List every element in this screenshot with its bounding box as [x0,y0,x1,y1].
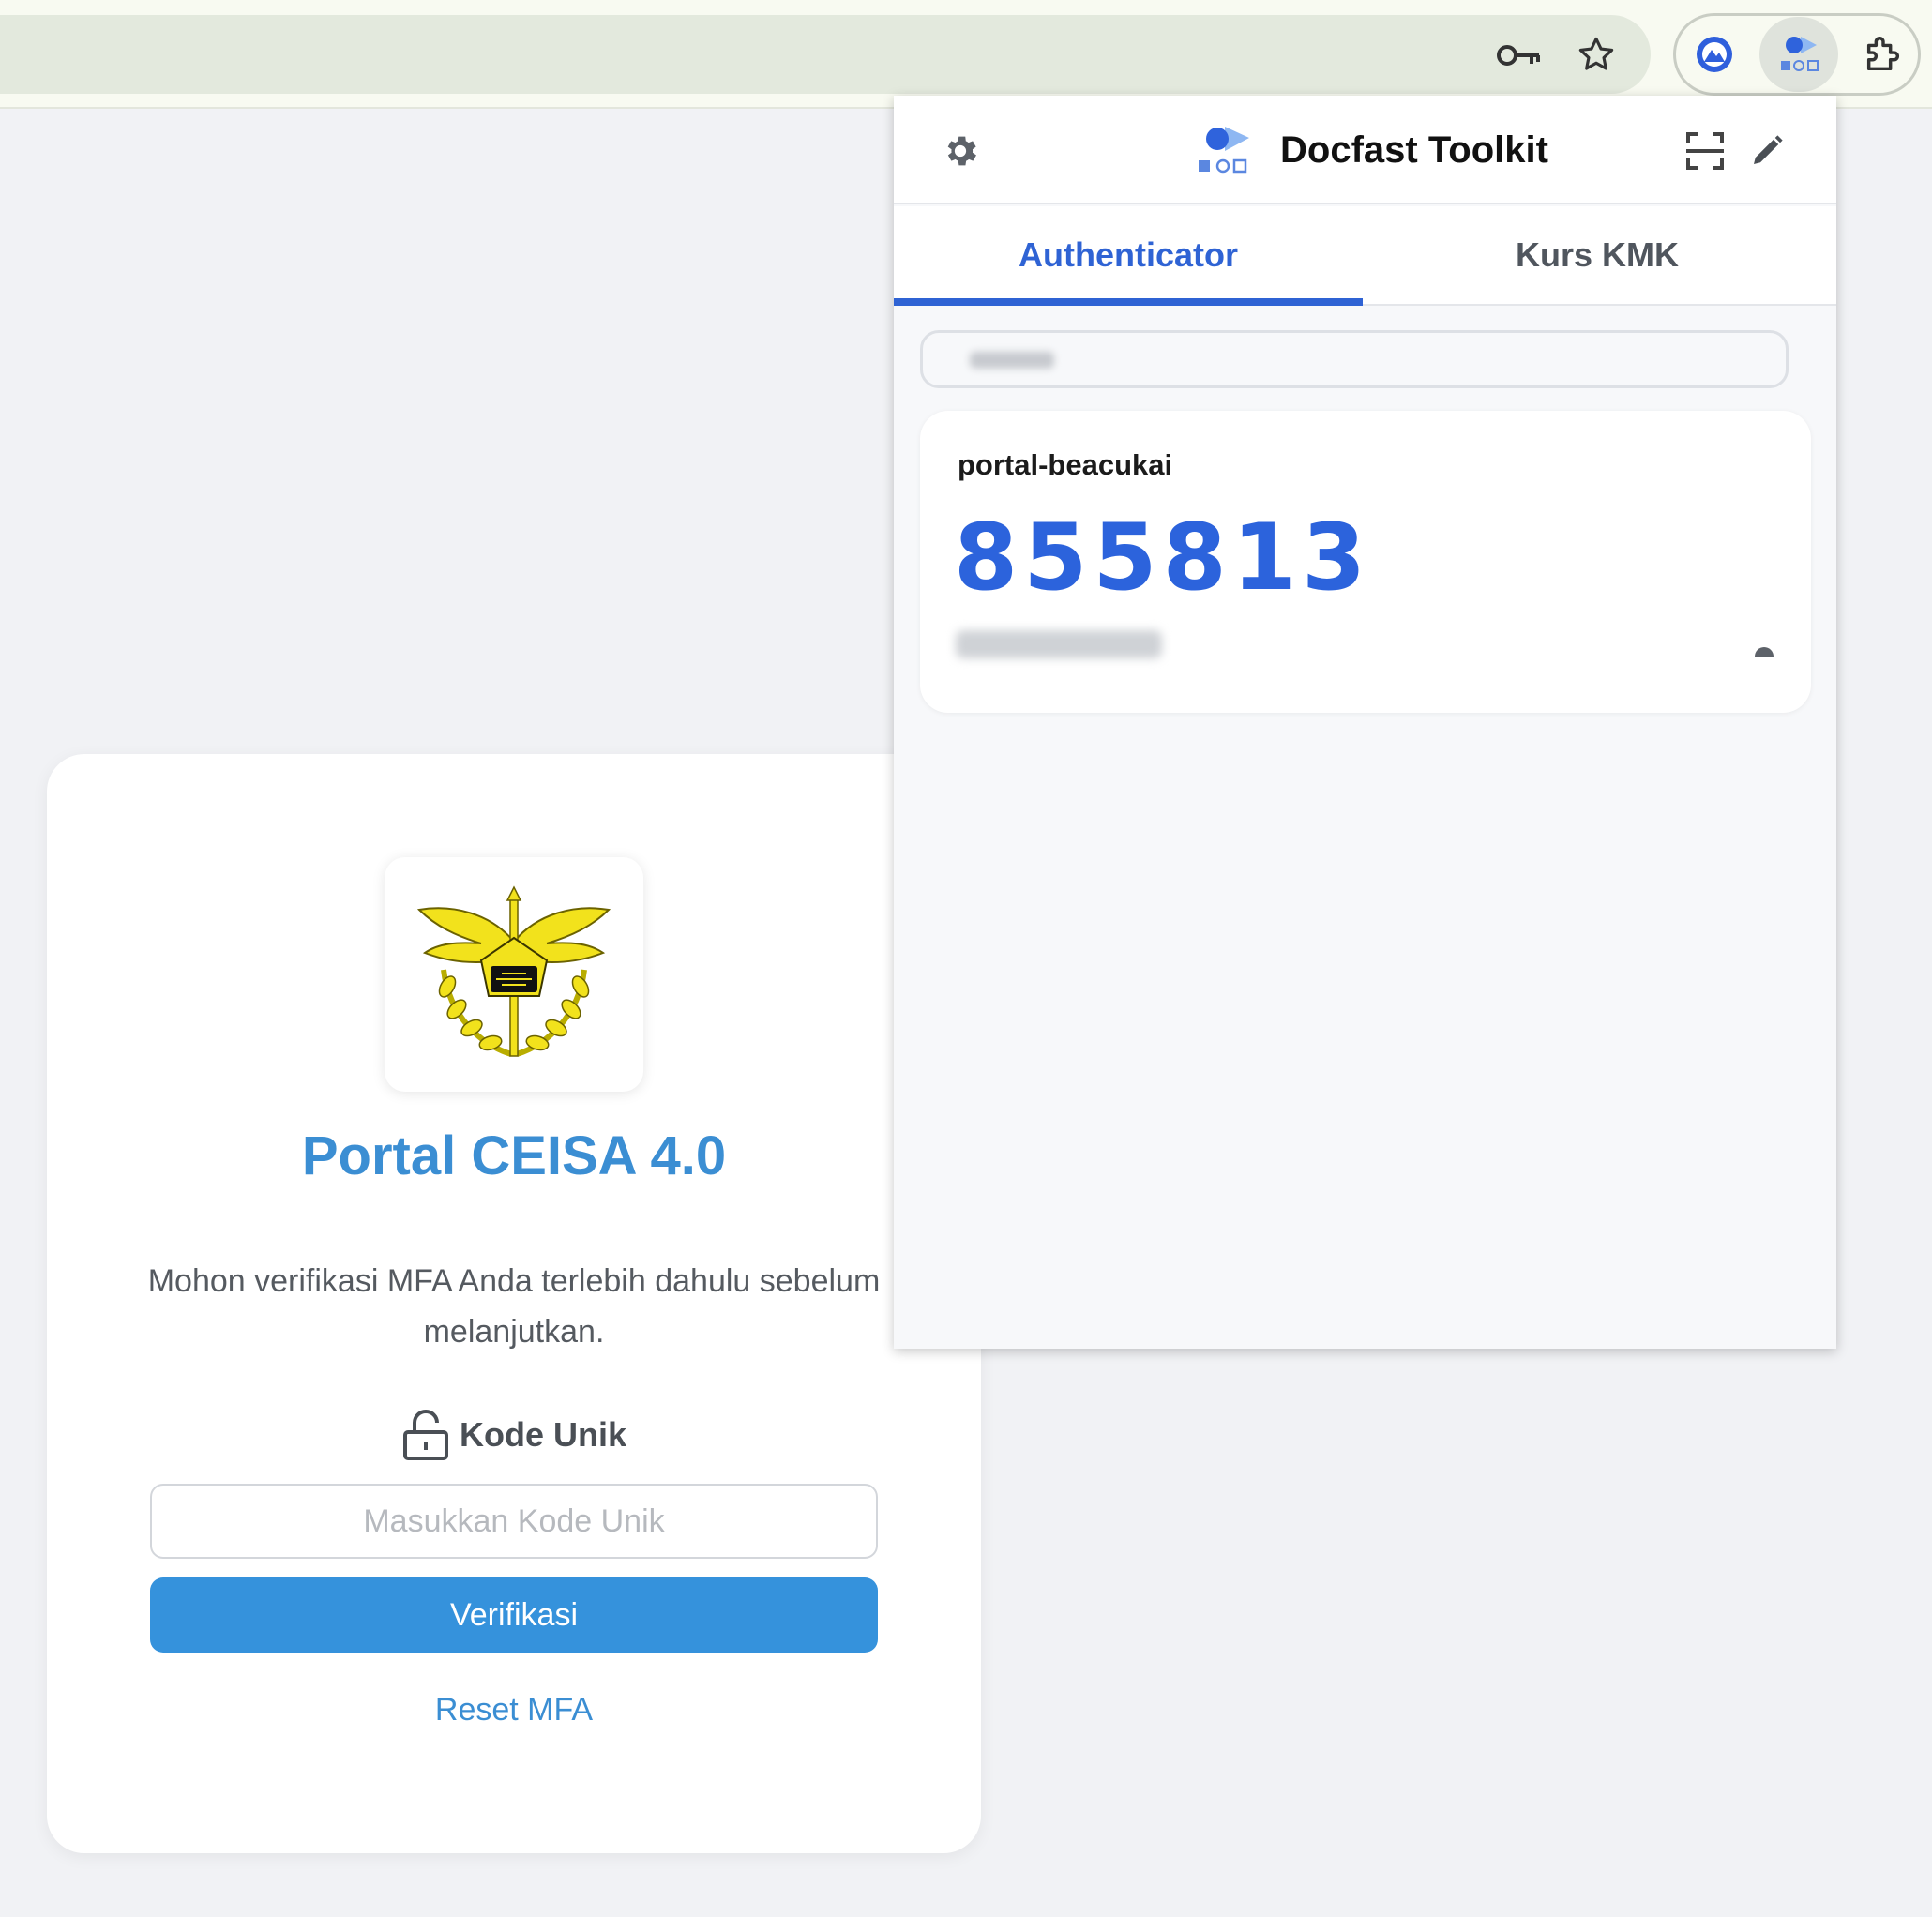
countdown-timer-icon [1753,645,1775,672]
otp-code[interactable]: 855813 [954,505,1371,611]
docfast-logo-icon [1192,120,1254,182]
code-label: Kode Unik [47,1407,981,1463]
browser-toolbar [0,0,1932,109]
mfa-card: Portal CEISA 4.0 Mohon verifikasi MFA An… [47,754,981,1853]
scan-qr-icon[interactable] [1683,129,1727,173]
mfa-description: Mohon verifikasi MFA Anda terlebih dahul… [147,1263,881,1350]
reset-mfa-link[interactable]: Reset MFA [47,1692,981,1728]
address-bar[interactable] [0,15,1651,94]
customs-emblem-logo [416,885,611,1057]
verify-button[interactable]: Verifikasi [150,1577,878,1653]
otp-entry-card[interactable]: portal-beacukai 855813 [920,411,1811,713]
puzzle-icon[interactable] [1859,30,1908,79]
popup-header: Docfast Toolkit [894,96,1836,204]
active-tab-indicator [894,298,1363,306]
tab-kurs-kmk[interactable]: Kurs KMK [1363,206,1832,304]
popup-title: Docfast Toolkit [1280,129,1548,171]
tab-authenticator[interactable]: Authenticator [894,206,1363,304]
key-icon[interactable] [1493,34,1546,77]
unlock-icon [402,1410,448,1460]
page-title: Portal CEISA 4.0 [301,1125,727,1186]
redacted-text [970,352,1054,369]
pencil-icon[interactable] [1745,129,1789,173]
star-icon[interactable] [1574,32,1619,77]
otp-account-name: portal-beacukai [958,448,1173,481]
vpn-extension-icon[interactable] [1692,32,1737,77]
docfast-popup: Docfast Toolkit Authenticator Kurs KMK p… [894,96,1836,1349]
search-field[interactable] [920,330,1789,388]
gear-icon[interactable] [939,129,982,173]
redacted-account [956,630,1162,658]
unique-code-input[interactable] [150,1484,878,1559]
docfast-extension-icon[interactable] [1773,28,1825,81]
popup-tabs: Authenticator Kurs KMK [894,206,1836,306]
code-label-text: Kode Unik [459,1415,626,1454]
logo-container [385,857,643,1092]
